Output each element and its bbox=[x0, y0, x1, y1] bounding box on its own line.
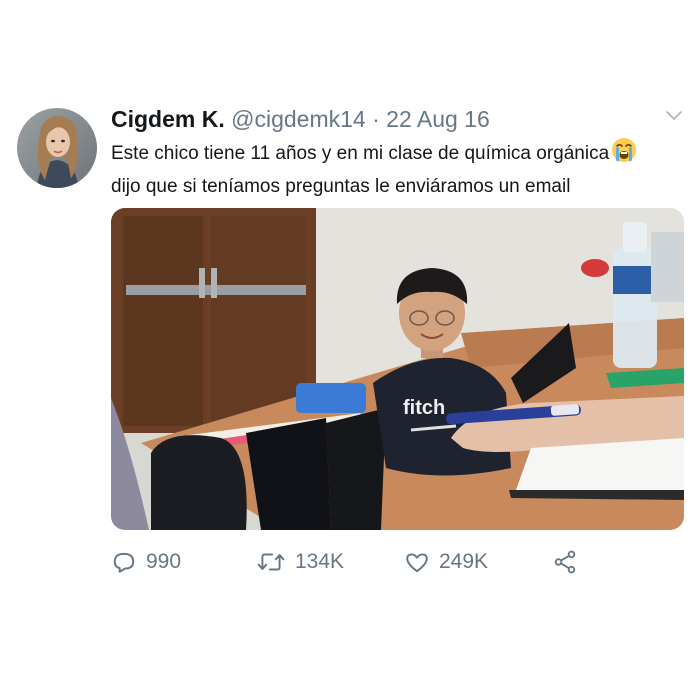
retweet-count: 134K bbox=[295, 550, 345, 573]
like-button[interactable]: 249K bbox=[404, 546, 488, 578]
tweet-actions: 990 134K 249K bbox=[0, 546, 700, 578]
tweet-date[interactable]: 22 Aug 16 bbox=[386, 106, 490, 132]
shirt-text: fitch bbox=[403, 397, 445, 419]
reply-button[interactable]: 990 bbox=[111, 546, 181, 578]
avatar[interactable] bbox=[17, 108, 97, 188]
separator-dot: · bbox=[372, 106, 380, 132]
author-handle[interactable]: @cigdemk14 bbox=[231, 106, 366, 132]
heart-icon bbox=[404, 549, 430, 575]
retweet-button[interactable]: 134K bbox=[256, 546, 344, 578]
reply-count: 990 bbox=[146, 550, 182, 573]
author-name[interactable]: Cigdem K. bbox=[111, 106, 225, 132]
reply-icon bbox=[111, 549, 137, 575]
retweet-icon bbox=[256, 549, 286, 575]
tweet-text-line1: Este chico tiene 11 años y en mi clase d… bbox=[111, 143, 610, 164]
crying-face-icon bbox=[611, 137, 637, 172]
tweet-photo[interactable]: fitch bbox=[111, 208, 684, 530]
tweet-header: Cigdem K. @cigdemk14 · 22 Aug 16 bbox=[111, 105, 490, 133]
tweet-text-line2: dijo que si teníamos preguntas le enviár… bbox=[111, 176, 571, 197]
tweet-text: Este chico tiene 11 años y en mi clase d… bbox=[111, 137, 691, 201]
share-button[interactable] bbox=[552, 546, 578, 578]
chevron-down-icon[interactable] bbox=[664, 108, 684, 124]
share-icon bbox=[552, 549, 578, 575]
like-count: 249K bbox=[439, 550, 489, 573]
